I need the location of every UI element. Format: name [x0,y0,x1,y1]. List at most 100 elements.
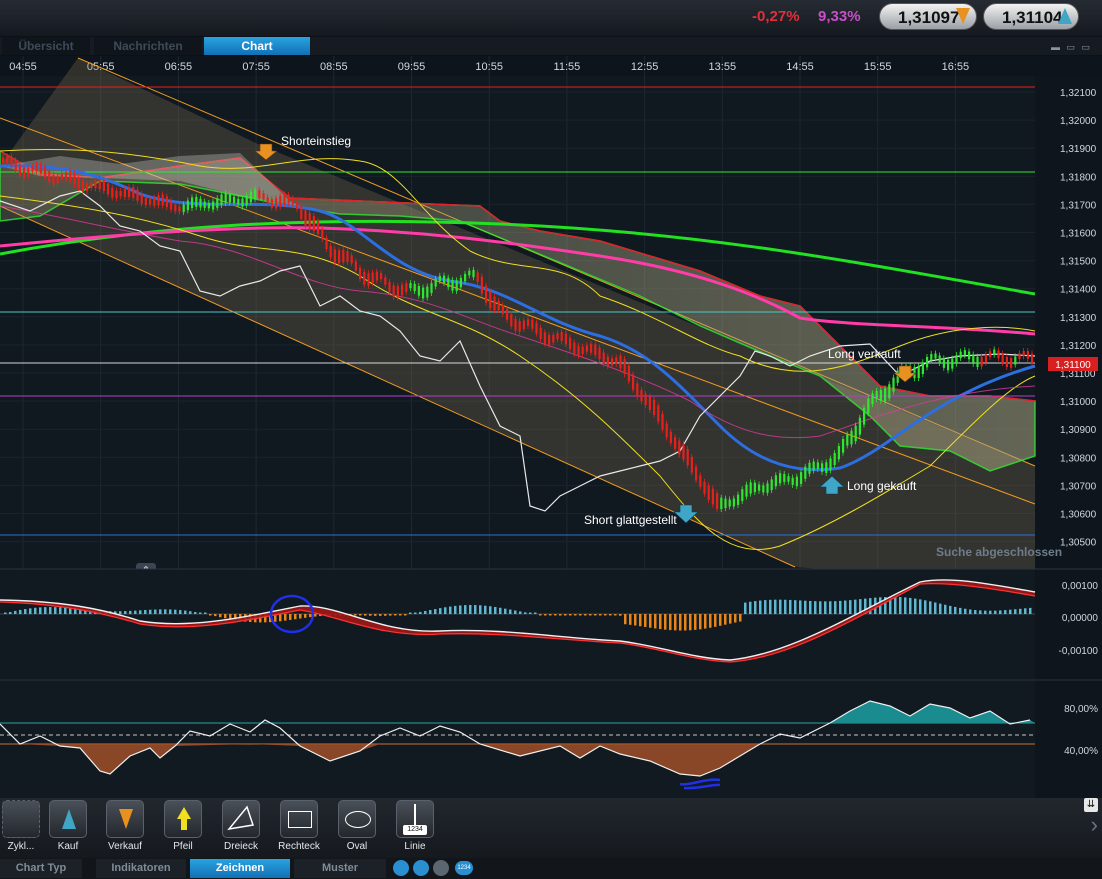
oscillator-tick-label: 40,00% [1064,746,1098,757]
tab-bar: Übersicht Nachrichten Chart [0,37,1102,55]
time-tick-label: 15:55 [864,61,892,73]
macd-hist-bar [389,614,392,616]
candle-body [233,196,236,203]
candle-body [111,187,114,198]
macd-hist-bar [764,600,767,614]
macd-hist-bar [224,614,227,619]
macd-hist-bar [4,612,7,614]
candle-body [321,228,324,240]
bottom-badge[interactable]: 1234 [455,861,473,875]
candle-body [980,356,983,367]
tab-chart-typ[interactable]: Chart Typ [0,859,82,878]
macd-hist-bar [589,614,592,616]
candle-body [258,190,261,199]
price-tick-label: 1,31300 [1060,313,1097,324]
pen-icon[interactable] [393,860,409,876]
macd-hist-bar [1014,609,1017,614]
candle-body [854,425,857,442]
tab-uebersicht[interactable]: Übersicht [2,37,90,55]
tool-pfeil-label: Pfeil [173,841,193,852]
candle-body [560,332,563,341]
tab-chart[interactable]: Chart [204,37,310,55]
macd-hist-bar [219,614,222,618]
long-bought-label: Long gekauft [847,479,917,493]
candle-body [203,201,206,208]
toolbar-next[interactable]: › [1091,812,1098,838]
candle-body [333,249,336,263]
tool-linie[interactable]: 1234 Linie [394,800,436,856]
macd-hist-bar [564,614,567,616]
tool-rechteck[interactable]: Rechteck [278,800,320,856]
candle-body [48,171,51,183]
candle-body [409,283,412,289]
candle-body [863,407,866,425]
macd-hist-bar [944,604,947,614]
candle-body [527,319,530,326]
candle-body [875,390,878,400]
candle-body [18,164,21,176]
macd-hist-bar [19,609,22,614]
candle-body [401,284,404,296]
macd-hist-bar [534,612,537,614]
candle-body [552,334,555,343]
tool-oval[interactable]: Oval [336,800,378,856]
macd-hist-bar [989,610,992,614]
macd-hist-bar [404,614,407,616]
macd-hist-bar [994,610,997,614]
tab-muster[interactable]: Muster [294,859,386,878]
candle-body [959,351,962,359]
tab-nachrichten[interactable]: Nachrichten [94,37,202,55]
macd-hist-bar [619,614,622,616]
candle-body [262,193,265,200]
candle-body [774,475,777,487]
tool-zyklus[interactable]: Zykl... [0,800,42,856]
tool-zyklus-label: Zykl... [7,841,35,852]
color-picker-icon[interactable] [413,860,429,876]
macd-hist-bar [639,614,642,627]
candle-body [791,477,794,485]
candle-body [165,196,168,208]
candle-body [493,296,496,311]
chart-area[interactable]: 04:55 05:55 06:55 07:55 08:55 09:55 10:55 11:55… [0,56,1102,799]
macd-hist-bar [699,614,702,630]
tool-dreieck[interactable]: Dreieck [220,800,262,856]
buy-price-button[interactable]: 1,31104 [983,3,1079,30]
sell-price-button[interactable]: 1,31097 [879,3,977,30]
tab-indikatoren[interactable]: Indikatoren [96,859,186,878]
macd-hist-bar [609,614,612,616]
time-tick-label: 16:55 [942,61,970,73]
candle-body [993,349,996,355]
time-tick-label: 04:55 [9,61,37,73]
macd-hist-bar [149,609,152,614]
candle-body [485,285,488,303]
quote-bar: -0,27% 9,33% 1,31097 1,31104 [0,0,1102,36]
tool-verkauf-label: Verkauf [108,841,142,852]
candle-body [732,498,735,507]
tool-oval-label: Oval [346,841,368,852]
candle-body [123,189,126,198]
candle-body [766,483,769,493]
long-bought-marker[interactable]: Long gekauft [819,475,917,495]
tool-pfeil[interactable]: Pfeil [162,800,204,856]
candle-body [296,202,299,209]
window-controls[interactable]: ▬ ▭ ▭ [1051,42,1092,53]
tool-kauf[interactable]: Kauf [47,800,89,856]
crosshair-icon[interactable] [433,860,449,876]
candle-body [522,320,525,329]
macd-hist-bar [839,600,842,614]
macd-hist-bar [624,614,627,625]
candle-body [921,362,924,375]
macd-hist-bar [549,614,552,616]
toolbar-scroll-down[interactable]: ⇊ [1084,798,1098,812]
candle-body [779,473,782,484]
macd-tick-label: 0,00000 [1062,613,1099,624]
chart-canvas[interactable]: 04:55 05:55 06:55 07:55 08:55 09:55 10:55 11:55… [0,56,1102,799]
tool-verkauf[interactable]: Verkauf [104,800,146,856]
price-tick-label: 1,30900 [1060,425,1097,436]
long-sold-label: Long verkauft [828,347,901,361]
macd-hist-bar [974,610,977,614]
macd-hist-bar [824,601,827,614]
candle-body [245,195,248,206]
macd-hist-bar [9,611,12,614]
tab-zeichnen[interactable]: Zeichnen [190,859,290,878]
